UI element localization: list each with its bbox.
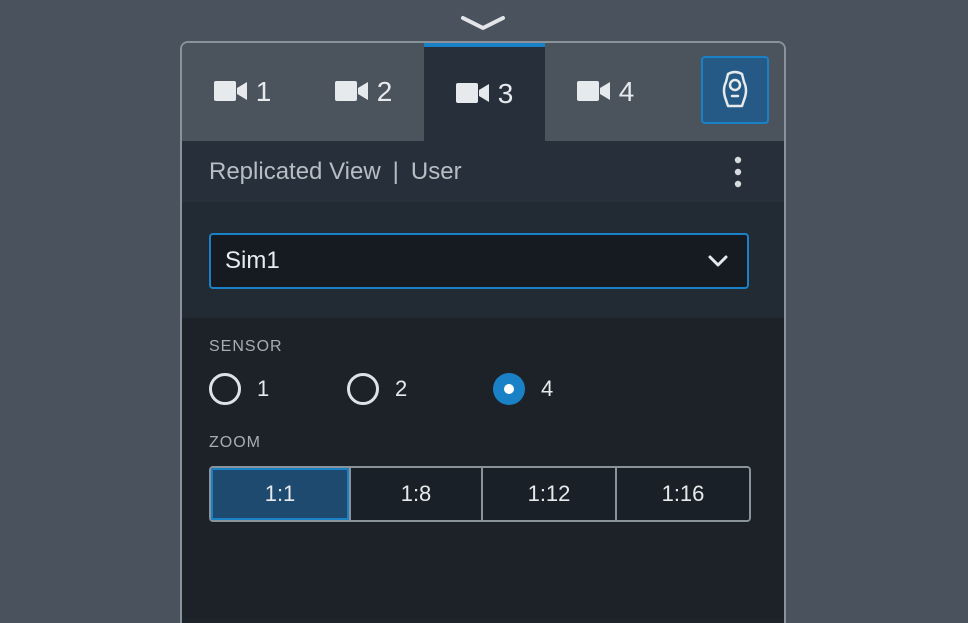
tab-label: 3	[497, 78, 514, 109]
radio-label: 2	[395, 376, 408, 401]
zoom-button-1-16[interactable]: 1:16	[615, 468, 749, 520]
controls-section: SENSOR 1 2 4 ZOOM 1:1 1:8 1:12 1:16	[182, 318, 784, 618]
video-camera-icon	[455, 83, 489, 103]
sim-selected-value: Sim1	[225, 247, 280, 274]
video-camera-icon	[334, 81, 368, 101]
sensor-radio-1[interactable]: 1	[209, 373, 269, 405]
collapse-chevron-icon[interactable]	[460, 10, 506, 34]
sensor-radio-2[interactable]: 2	[347, 373, 407, 405]
sensor-view-button[interactable]	[701, 56, 769, 124]
sensor-label: SENSOR	[209, 338, 283, 355]
camera-panel: 1 2 3 4 Replicated View | User Sim1 SENS…	[180, 41, 786, 623]
view-mode-label: Replicated View	[209, 157, 381, 185]
video-camera-icon	[213, 81, 247, 101]
header-separator: |	[392, 157, 399, 185]
camera-tabs: 1 2 3 4	[182, 43, 784, 141]
zoom-button-1-8[interactable]: 1:8	[349, 468, 481, 520]
zoom-button-1-1[interactable]: 1:1	[211, 468, 349, 520]
sim-section: Sim1	[182, 202, 784, 318]
video-camera-icon	[576, 81, 610, 101]
kebab-menu-icon[interactable]	[732, 156, 744, 188]
chevron-down-icon	[708, 255, 728, 267]
tab-camera-3[interactable]: 3	[424, 43, 545, 141]
tab-camera-2[interactable]: 2	[303, 43, 424, 141]
radio-label: 1	[257, 376, 270, 401]
zoom-button-1-12[interactable]: 1:12	[481, 468, 615, 520]
tab-label: 4	[618, 76, 635, 107]
user-role-label: User	[410, 157, 462, 185]
tab-camera-1[interactable]: 1	[182, 43, 303, 141]
tab-camera-4[interactable]: 4	[545, 43, 666, 141]
radio-circle-selected	[493, 373, 525, 405]
radio-circle	[209, 373, 241, 405]
radio-circle	[347, 373, 379, 405]
tab-label: 2	[376, 76, 393, 107]
tab-label: 1	[255, 76, 272, 107]
sensor-radio-4[interactable]: 4	[493, 373, 553, 405]
view-header: Replicated View | User	[182, 141, 784, 202]
sensor-device-icon	[722, 70, 748, 108]
zoom-label: ZOOM	[209, 434, 261, 451]
radio-label: 4	[541, 376, 554, 401]
sim-dropdown[interactable]: Sim1	[209, 233, 749, 289]
zoom-segmented-control: 1:1 1:8 1:12 1:16	[209, 466, 751, 522]
